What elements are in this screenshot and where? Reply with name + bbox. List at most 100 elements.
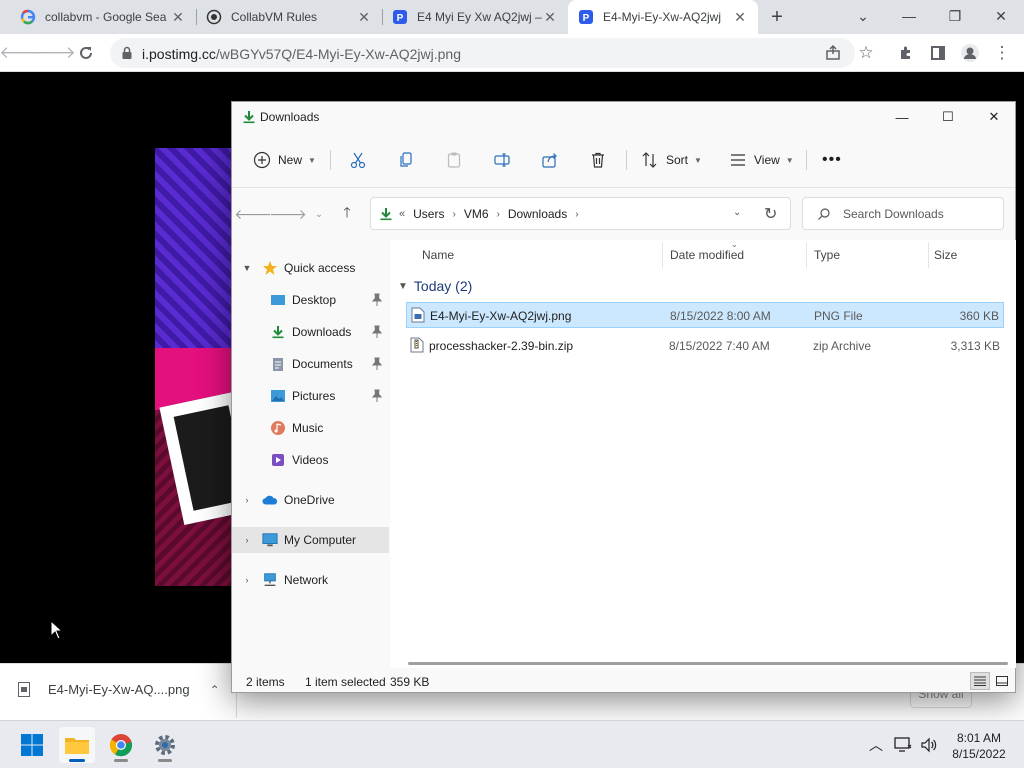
start-button[interactable] — [14, 727, 50, 763]
taskbar-chrome[interactable] — [103, 727, 139, 763]
back-button[interactable]: 🡐 — [234, 203, 272, 225]
breadcrumb-vm6[interactable]: VM6 — [464, 207, 489, 221]
details-view-button[interactable] — [970, 672, 990, 690]
extensions-icon[interactable] — [894, 41, 918, 65]
recent-locations-button[interactable]: ⌄ — [308, 203, 330, 225]
tab-title: E4-Myi-Ey-Xw-AQ2jwj — [603, 10, 722, 24]
address-bar[interactable]: « Users › VM6 › Downloads › ⌄ ↻ — [370, 197, 791, 230]
paste-button[interactable] — [444, 148, 464, 172]
view-button[interactable]: View ▼ — [728, 148, 794, 172]
taskbar-file-explorer[interactable] — [59, 727, 95, 763]
pin-icon[interactable] — [372, 325, 382, 339]
explorer-titlebar[interactable]: Downloads — ☐ ✕ — [232, 102, 1015, 132]
download-item[interactable]: E4-Myi-Ey-Xw-AQ....png ⌃ — [18, 682, 220, 697]
address-dropdown-icon[interactable]: ⌄ — [733, 207, 741, 218]
delete-button[interactable] — [588, 148, 608, 172]
pin-icon[interactable] — [372, 357, 382, 371]
downloads-icon — [380, 208, 392, 221]
side-panel-icon[interactable] — [926, 41, 950, 65]
cut-button[interactable] — [348, 148, 368, 172]
clipboard-icon — [444, 150, 464, 170]
show-hidden-icons-chevron-icon[interactable]: ︿ — [866, 735, 886, 755]
forward-button[interactable]: 🡒 — [269, 203, 307, 225]
close-button[interactable]: ✕ — [971, 102, 1017, 132]
chrome-menu-icon[interactable]: ⋮ — [990, 41, 1014, 65]
chevron-right-icon[interactable]: › — [575, 209, 578, 220]
breadcrumb-users[interactable]: Users — [413, 207, 444, 221]
column-header-size[interactable]: Size — [934, 240, 1004, 270]
network-status-icon[interactable] — [892, 735, 914, 755]
close-tab-icon[interactable]: ✕ — [542, 9, 558, 25]
share-icon[interactable] — [821, 41, 845, 65]
chevron-right-icon[interactable]: › — [452, 209, 455, 220]
share-button[interactable] — [540, 148, 560, 172]
scissors-icon — [348, 150, 368, 170]
column-header-type[interactable]: Type — [814, 240, 924, 270]
chevron-right-icon[interactable]: › — [240, 575, 254, 585]
nav-downloads[interactable]: Downloads — [270, 319, 389, 345]
pin-icon[interactable] — [372, 293, 382, 307]
overflow-chevron-icon[interactable]: « — [399, 208, 405, 220]
tab-postimg-image[interactable]: P E4-Myi-Ey-Xw-AQ2jwj ✕ — [568, 0, 758, 34]
nav-quick-access[interactable]: ▼ Quick access — [240, 255, 355, 281]
profile-avatar-icon[interactable] — [958, 41, 982, 65]
pin-icon[interactable] — [372, 389, 382, 403]
up-button[interactable]: 🡑 — [336, 203, 358, 225]
horizontal-scrollbar[interactable] — [408, 662, 1008, 665]
minimize-button[interactable]: — — [879, 102, 925, 132]
breadcrumb-downloads[interactable]: Downloads — [508, 207, 567, 221]
videos-icon — [270, 452, 286, 468]
browser-restore-button[interactable]: ❐ — [932, 0, 978, 32]
nav-videos[interactable]: Videos — [270, 447, 328, 473]
forward-button[interactable]: 🡒 — [30, 41, 76, 65]
search-box[interactable] — [802, 197, 1004, 230]
browser-minimize-button[interactable]: — — [886, 0, 932, 32]
tab-search-button[interactable]: ⌄ — [840, 0, 886, 32]
bookmark-star-icon[interactable]: ☆ — [854, 41, 878, 65]
group-header-today[interactable]: ▼ Today (2) — [398, 278, 472, 294]
rename-button[interactable] — [492, 148, 512, 172]
copy-button[interactable] — [396, 148, 416, 172]
tab-google-search[interactable]: collabvm - Google Sea ✕ — [10, 0, 197, 34]
file-icon — [18, 682, 30, 697]
chevron-down-icon[interactable]: ▼ — [398, 281, 408, 292]
close-tab-icon[interactable]: ✕ — [732, 9, 748, 25]
column-header-name[interactable]: Name — [422, 240, 662, 270]
close-tab-icon[interactable]: ✕ — [356, 9, 372, 25]
chevron-down-icon[interactable]: ▼ — [240, 263, 254, 273]
chevron-right-icon[interactable]: › — [240, 495, 254, 505]
desktop-icon — [270, 292, 286, 308]
nav-onedrive[interactable]: › OneDrive — [240, 487, 335, 513]
more-options-button[interactable]: ••• — [822, 148, 842, 172]
tiles-view-button[interactable] — [992, 672, 1012, 690]
url-text[interactable]: i.postimg.cc/wBGYv57Q/E4-Myi-Ey-Xw-AQ2jw… — [142, 46, 461, 62]
close-tab-icon[interactable]: ✕ — [170, 9, 186, 25]
chevron-up-icon[interactable]: ⌃ — [210, 683, 220, 697]
reload-button[interactable] — [74, 41, 98, 65]
sort-button[interactable]: Sort ▼ — [640, 148, 702, 172]
refresh-icon[interactable]: ↻ — [764, 204, 777, 224]
address-bar[interactable]: i.postimg.cc/wBGYv57Q/E4-Myi-Ey-Xw-AQ2jw… — [110, 38, 855, 68]
taskbar-settings[interactable] — [147, 727, 183, 763]
file-row[interactable]: processhacker-2.39-bin.zip 8/15/2022 7:4… — [406, 333, 1004, 359]
nav-documents[interactable]: Documents — [270, 351, 389, 377]
volume-icon[interactable] — [918, 735, 940, 755]
tab-collabvm-rules[interactable]: CollabVM Rules ✕ — [196, 0, 383, 34]
chevron-right-icon[interactable]: › — [497, 209, 500, 220]
nav-network[interactable]: › Network — [240, 567, 329, 593]
maximize-button[interactable]: ☐ — [925, 102, 971, 132]
nav-music[interactable]: Music — [270, 415, 323, 441]
nav-desktop[interactable]: Desktop — [270, 287, 389, 313]
search-input[interactable] — [843, 204, 993, 224]
browser-close-button[interactable]: ✕ — [978, 0, 1024, 32]
system-clock[interactable]: 8:01 AM 8/15/2022 — [944, 730, 1014, 762]
chevron-right-icon[interactable]: › — [240, 535, 254, 545]
nav-pictures[interactable]: Pictures — [270, 383, 389, 409]
tab-postimg-page[interactable]: P E4 Myi Ey Xw AQ2jwj – ✕ — [382, 0, 568, 34]
new-button[interactable]: New ▼ — [252, 148, 316, 172]
new-tab-button[interactable]: + — [766, 7, 788, 27]
lock-icon[interactable] — [120, 46, 134, 60]
gear-icon — [155, 735, 175, 755]
file-row[interactable]: E4-Myi-Ey-Xw-AQ2jwj.png 8/15/2022 8:00 A… — [406, 302, 1004, 328]
nav-my-computer[interactable]: › My Computer — [232, 527, 389, 553]
